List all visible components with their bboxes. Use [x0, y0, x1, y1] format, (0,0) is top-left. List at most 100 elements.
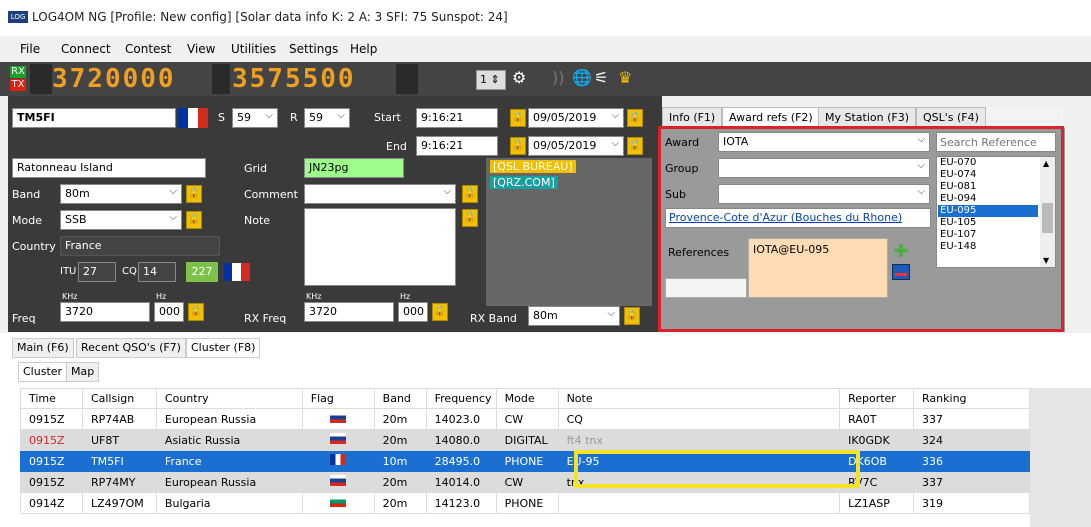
menu-view[interactable]: View: [187, 42, 215, 56]
vfo-b-frequency: 3575500: [232, 64, 356, 94]
cell-call: RP74AB: [81, 408, 157, 430]
tab-main[interactable]: Main (F6): [12, 338, 74, 358]
lock-icon[interactable]: 🔒: [510, 109, 526, 127]
lock-icon[interactable]: 🔒: [462, 209, 478, 227]
column-header[interactable]: Frequency: [425, 388, 497, 409]
rx-band-select[interactable]: 80m: [528, 305, 620, 326]
cell-reporter: IK0GDK: [839, 429, 915, 451]
start-time-input[interactable]: 9:16:21: [416, 108, 498, 128]
cell-band: 20m: [373, 492, 427, 514]
grid-input[interactable]: JN23pg: [304, 158, 404, 178]
column-header[interactable]: Callsign: [81, 388, 157, 409]
cq-label: CQ: [122, 266, 137, 277]
cell-call: RP74MY: [81, 471, 157, 493]
freq-hz-input[interactable]: 000: [154, 302, 184, 322]
cell-call: TM5FI: [81, 450, 157, 472]
column-header[interactable]: Ranking: [913, 388, 1030, 409]
rx-freq-input[interactable]: 3720: [304, 302, 394, 322]
country-label: Country: [12, 240, 56, 253]
lock-icon[interactable]: 🔒: [432, 303, 448, 321]
column-header[interactable]: Reporter: [839, 388, 915, 409]
table-row[interactable]: 0915Z TM5FI France 10m 28495.0 PHONE EU-95 DK6O…: [20, 450, 1030, 472]
column-header[interactable]: Mode: [495, 388, 559, 409]
rotator-icon[interactable]: ⚟: [594, 68, 608, 87]
menu-contest[interactable]: Contest: [125, 42, 171, 56]
cell-time: 0915Z: [20, 429, 83, 451]
cell-mode: CW: [495, 408, 559, 430]
france-flag-icon: [224, 263, 250, 281]
end-date-input[interactable]: 09/05/2019: [528, 135, 624, 156]
country-select[interactable]: France: [60, 235, 220, 256]
hz-label: Hz: [156, 292, 167, 301]
rst-sent-select[interactable]: 59: [232, 107, 278, 128]
note-textarea[interactable]: [304, 208, 456, 286]
lock-icon[interactable]: 🔒: [188, 303, 204, 321]
comment-input[interactable]: [304, 183, 456, 204]
callsign-input[interactable]: TM5FI: [12, 108, 176, 128]
lock-icon[interactable]: 🔒: [627, 109, 643, 127]
cell-time: 0915Z: [20, 408, 83, 430]
tab-recent-qsos[interactable]: Recent QSO's (F7): [76, 338, 186, 358]
cell-country: Asiatic Russia: [155, 429, 303, 451]
tab-cluster[interactable]: Cluster (F8): [186, 338, 261, 358]
table-row[interactable]: 0915Z RP74AB European Russia 20m 14023.0 CW CQ…: [20, 408, 1030, 430]
itu-select[interactable]: 27: [78, 261, 116, 282]
rx-khz-label: KHz: [306, 292, 322, 301]
lock-icon[interactable]: 🔒: [186, 185, 202, 203]
cell-freq: 28495.0: [425, 450, 497, 472]
end-time-input[interactable]: 9:16:21: [416, 136, 498, 156]
table-row[interactable]: 0914Z LZ497OM Bulgaria 20m 14123.0 PHONE LZ1AS…: [20, 492, 1030, 514]
menu-connect[interactable]: Connect: [61, 42, 111, 56]
subtab-cluster[interactable]: Cluster: [18, 362, 68, 382]
cell-band: 20m: [373, 408, 427, 430]
freq-input[interactable]: 3720: [60, 302, 150, 322]
start-date-input[interactable]: 09/05/2019: [528, 107, 624, 128]
qrz-badge: [QRZ.COM]: [490, 176, 558, 189]
menu-settings[interactable]: Settings: [289, 42, 338, 56]
lock-icon[interactable]: 🔒: [462, 185, 478, 203]
flag-icon: [301, 408, 375, 430]
cell-country: European Russia: [155, 408, 303, 430]
mode-select[interactable]: SSB: [60, 209, 182, 230]
column-header[interactable]: Flag: [301, 388, 375, 409]
rx-hz-label: Hz: [400, 292, 411, 301]
app-logo-icon: LOG: [8, 11, 28, 23]
menu-file[interactable]: File: [20, 42, 40, 56]
table-row[interactable]: 0915Z UF8T Asiatic Russia 20m 14080.0 DIGITAL…: [20, 429, 1030, 451]
antenna-icon[interactable]: )): [552, 68, 564, 87]
globe-icon[interactable]: 🌐: [572, 68, 592, 87]
table-header-row: Time Callsign Country Flag Band Frequency Mode…: [20, 388, 1030, 409]
crown-icon[interactable]: ♛: [618, 68, 632, 87]
column-header[interactable]: Time: [20, 388, 83, 409]
mode-label: Mode: [12, 214, 42, 227]
freq-label: Freq: [12, 312, 36, 325]
column-header[interactable]: Band: [373, 388, 427, 409]
lock-icon[interactable]: 🔒: [624, 307, 640, 325]
cell-rank: 324: [913, 429, 1030, 451]
note-label: Note: [244, 214, 271, 227]
cell-mode: PHONE: [495, 492, 559, 514]
menu-utilities[interactable]: Utilities: [231, 42, 276, 56]
gear-icon[interactable]: ⚙: [512, 68, 526, 87]
subtab-map[interactable]: Map: [66, 362, 100, 382]
cell-mode: DIGITAL: [495, 429, 559, 451]
table-row[interactable]: 0915Z RP74MY European Russia 20m 14014.0 CW tn…: [20, 471, 1030, 493]
lock-icon[interactable]: 🔒: [186, 211, 202, 229]
vfo-a-frequency: 3720000: [52, 64, 176, 94]
column-header[interactable]: Country: [155, 388, 303, 409]
qsl-bureau-badge: [QSL BUREAU]: [490, 160, 576, 173]
column-header[interactable]: Note: [557, 388, 841, 409]
rx-freq-hz-input[interactable]: 000: [398, 302, 428, 322]
rst-rcvd-select[interactable]: 59: [304, 107, 350, 128]
red-highlight-frame: [658, 126, 1064, 332]
cq-select[interactable]: 14: [138, 261, 176, 282]
band-select[interactable]: 80m: [60, 183, 182, 204]
cell-mode: CW: [495, 471, 559, 493]
vfo-spinner[interactable]: 1 ⇕: [476, 70, 506, 90]
lock-icon[interactable]: 🔒: [627, 137, 643, 155]
menu-help[interactable]: Help: [350, 42, 377, 56]
cell-rank: 336: [913, 450, 1030, 472]
name-input[interactable]: Ratonneau Island: [12, 158, 206, 178]
lock-icon[interactable]: 🔒: [510, 137, 526, 155]
flag-icon: [301, 492, 375, 514]
